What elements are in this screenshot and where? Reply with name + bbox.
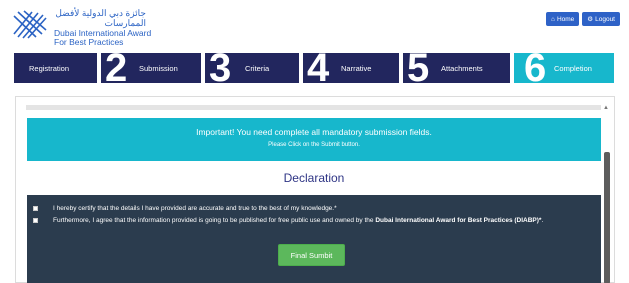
step-label: Criteria xyxy=(245,64,270,73)
step-number: 5 xyxy=(407,53,430,83)
alert-subtitle: Please Click on the Submit button. xyxy=(268,142,360,148)
home-label: Home xyxy=(556,15,575,23)
tab-registration[interactable]: Registration xyxy=(14,53,97,83)
declaration-title: Declaration xyxy=(283,171,345,185)
brand-arabic: جائزة دبي الدولية لأفضل الممارسات xyxy=(55,8,146,29)
scroll-up-icon[interactable]: ▲ xyxy=(603,105,609,111)
dubai-award-logo xyxy=(13,10,47,39)
final-submit-button[interactable]: Final Sumbit xyxy=(278,244,345,266)
alert-banner: Important! You need complete all mandato… xyxy=(27,118,601,161)
header-buttons: ⌂ Home ⚙ Logout xyxy=(546,12,620,26)
tab-completion[interactable]: 6 Completion xyxy=(514,53,614,83)
certify-text: I hereby certify that the details I have… xyxy=(53,205,337,212)
scrollbar-thumb[interactable] xyxy=(604,152,610,283)
home-button[interactable]: ⌂ Home xyxy=(546,12,580,26)
logout-label: Logout xyxy=(595,15,615,23)
tab-narrative[interactable]: 4 Narrative xyxy=(303,53,399,83)
step-tabs: Registration 2 Submission 3 Criteria 4 N… xyxy=(14,53,614,83)
tab-criteria[interactable]: 3 Criteria xyxy=(205,53,299,83)
agree-text-bold: Dubai International Award for Best Pract… xyxy=(375,217,542,224)
agree-text-suffix: . xyxy=(541,217,544,224)
tab-attachments[interactable]: 5 Attachments xyxy=(403,53,510,83)
agree-text-prefix: Furthermore, I agree that the informatio… xyxy=(53,217,376,224)
step-number: 3 xyxy=(209,53,232,83)
page: جائزة دبي الدولية لأفضل الممارسات Dubai … xyxy=(0,0,629,283)
tab-submission[interactable]: 2 Submission xyxy=(101,53,201,83)
brand: جائزة دبي الدولية لأفضل الممارسات Dubai … xyxy=(54,8,151,48)
top-bar xyxy=(26,105,601,110)
content-panel: ▲ Important! You need complete all manda… xyxy=(15,96,615,283)
agree-checkbox[interactable] xyxy=(33,218,38,223)
step-number: 4 xyxy=(307,53,330,83)
certify-checkbox[interactable] xyxy=(33,206,38,211)
step-label: Registration xyxy=(29,64,70,73)
step-label: Attachments xyxy=(441,64,483,73)
logout-button[interactable]: ⚙ Logout xyxy=(582,12,620,26)
alert-title: Important! You need complete all mandato… xyxy=(196,127,432,137)
brand-line2: For Best Practices xyxy=(54,37,124,48)
step-label: Completion xyxy=(554,64,592,73)
step-number: 2 xyxy=(105,53,128,83)
declaration-box: I hereby certify that the details I have… xyxy=(27,195,601,283)
step-label: Narrative xyxy=(341,64,372,73)
step-number: 6 xyxy=(524,53,547,83)
step-label: Submission xyxy=(139,64,178,73)
agree-text: Furthermore, I agree that the informatio… xyxy=(53,216,593,226)
home-icon: ⌂ xyxy=(551,15,555,23)
gear-icon: ⚙ xyxy=(587,16,594,23)
